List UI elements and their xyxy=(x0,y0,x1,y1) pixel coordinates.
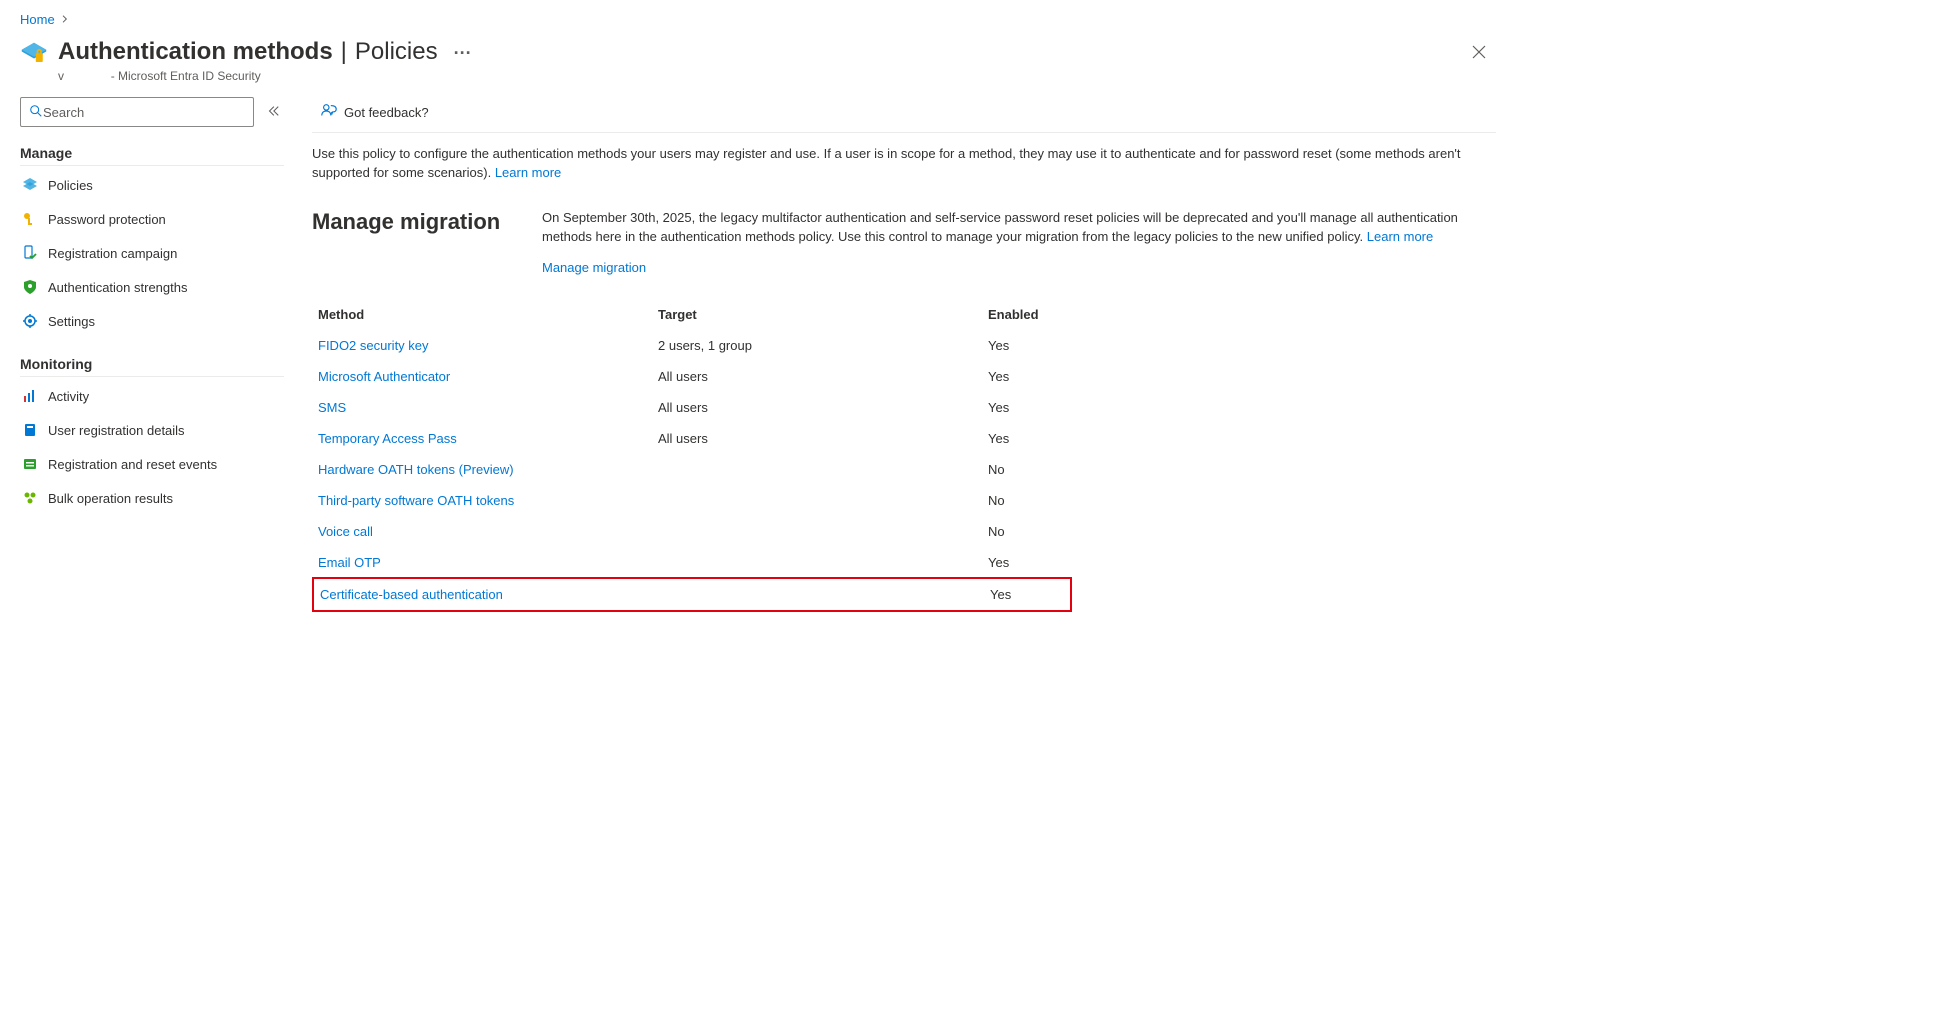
sidebar-section-manage: Manage xyxy=(20,145,284,161)
method-enabled: Yes xyxy=(988,400,1078,415)
more-button[interactable]: ··· xyxy=(454,42,472,65)
methods-table: Method Target Enabled FIDO2 security key… xyxy=(312,299,1072,612)
method-enabled: Yes xyxy=(988,431,1078,446)
page-subtitle: v - Microsoft Entra ID Security xyxy=(58,69,1500,83)
method-enabled: Yes xyxy=(988,338,1078,353)
chart-icon xyxy=(22,388,38,404)
table-row[interactable]: Certificate-based authenticationYes xyxy=(312,577,1072,612)
table-row[interactable]: Hardware OATH tokens (Preview)No xyxy=(312,454,1072,485)
events-icon xyxy=(22,456,38,472)
method-enabled: Yes xyxy=(988,369,1078,384)
page-title-strong: Authentication methods xyxy=(58,37,333,67)
toolbar: Got feedback? xyxy=(312,93,1496,133)
shield-icon xyxy=(22,279,38,295)
sidebar-item-registration-campaign[interactable]: Registration campaign xyxy=(20,236,284,270)
divider xyxy=(20,376,284,377)
learn-more-link[interactable]: Learn more xyxy=(495,165,561,180)
method-name-link[interactable]: Microsoft Authenticator xyxy=(318,369,658,384)
table-row[interactable]: Third-party software OATH tokensNo xyxy=(312,485,1072,516)
table-row[interactable]: Email OTPYes xyxy=(312,547,1072,578)
search-input[interactable] xyxy=(43,105,245,120)
migration-description: On September 30th, 2025, the legacy mult… xyxy=(542,209,1496,247)
feedback-button[interactable]: Got feedback? xyxy=(312,98,437,127)
sidebar-item-label: User registration details xyxy=(48,423,185,438)
col-method: Method xyxy=(318,307,658,322)
manage-migration-link[interactable]: Manage migration xyxy=(542,260,646,275)
method-name-link[interactable]: FIDO2 security key xyxy=(318,338,658,353)
policy-description: Use this policy to configure the authent… xyxy=(312,145,1496,183)
method-target: 2 users, 1 group xyxy=(658,338,988,353)
method-name-link[interactable]: Temporary Access Pass xyxy=(318,431,658,446)
method-enabled: No xyxy=(988,493,1078,508)
sidebar-item-label: Activity xyxy=(48,389,89,404)
migration-learn-more-link[interactable]: Learn more xyxy=(1367,229,1433,244)
method-name-link[interactable]: SMS xyxy=(318,400,658,415)
table-row[interactable]: Voice callNo xyxy=(312,516,1072,547)
breadcrumb-home[interactable]: Home xyxy=(20,12,55,27)
feedback-icon xyxy=(320,102,338,123)
feedback-label: Got feedback? xyxy=(344,105,429,120)
sidebar-item-bulk-results[interactable]: Bulk operation results xyxy=(20,481,284,515)
page-title-sep: | xyxy=(341,37,347,67)
sidebar-item-label: Registration and reset events xyxy=(48,457,217,472)
table-row[interactable]: Microsoft AuthenticatorAll usersYes xyxy=(312,361,1072,392)
phone-check-icon xyxy=(22,245,38,261)
sidebar-item-label: Password protection xyxy=(48,212,166,227)
page-title-light: Policies xyxy=(355,37,438,67)
sidebar-item-user-reg-details[interactable]: User registration details xyxy=(20,413,284,447)
divider xyxy=(20,165,284,166)
method-target: All users xyxy=(658,431,988,446)
sidebar-item-auth-strengths[interactable]: Authentication strengths xyxy=(20,270,284,304)
sidebar-section-monitoring: Monitoring xyxy=(20,356,284,372)
sidebar-item-settings[interactable]: Settings xyxy=(20,304,284,338)
method-name-link[interactable]: Email OTP xyxy=(318,555,658,570)
sidebar-item-policies[interactable]: Policies xyxy=(20,168,284,202)
sidebar-item-password-protection[interactable]: Password protection xyxy=(20,202,284,236)
table-header-row: Method Target Enabled xyxy=(312,299,1072,330)
sidebar-item-label: Registration campaign xyxy=(48,246,177,261)
method-name-link[interactable]: Voice call xyxy=(318,524,658,539)
sidebar-item-label: Authentication strengths xyxy=(48,280,187,295)
page-title-row: Authentication methods | Policies ··· v … xyxy=(0,33,1520,93)
migration-heading: Manage migration xyxy=(312,209,512,235)
method-target: All users xyxy=(658,400,988,415)
method-enabled: Yes xyxy=(988,555,1078,570)
sidebar-item-activity[interactable]: Activity xyxy=(20,379,284,413)
method-name-link[interactable]: Certificate-based authentication xyxy=(320,587,660,602)
sidebar-item-label: Settings xyxy=(48,314,95,329)
policies-icon xyxy=(22,177,38,193)
search-icon xyxy=(29,104,43,121)
bulk-icon xyxy=(22,490,38,506)
sidebar-item-label: Policies xyxy=(48,178,93,193)
table-row[interactable]: Temporary Access PassAll usersYes xyxy=(312,423,1072,454)
method-name-link[interactable]: Hardware OATH tokens (Preview) xyxy=(318,462,658,477)
auth-methods-icon xyxy=(20,41,48,69)
gear-icon xyxy=(22,313,38,329)
sidebar-item-label: Bulk operation results xyxy=(48,491,173,506)
chevron-right-icon xyxy=(61,14,69,26)
collapse-sidebar-button[interactable] xyxy=(262,100,284,125)
table-row[interactable]: SMSAll usersYes xyxy=(312,392,1072,423)
col-enabled: Enabled xyxy=(988,307,1078,322)
col-target: Target xyxy=(658,307,988,322)
key-icon xyxy=(22,211,38,227)
sidebar: Manage Policies Password protection Regi… xyxy=(0,93,300,515)
notebook-icon xyxy=(22,422,38,438)
search-box[interactable] xyxy=(20,97,254,127)
method-enabled: Yes xyxy=(990,587,1080,602)
method-target: All users xyxy=(658,369,988,384)
table-row[interactable]: FIDO2 security key2 users, 1 groupYes xyxy=(312,330,1072,361)
close-button[interactable] xyxy=(1466,39,1492,70)
method-enabled: No xyxy=(988,524,1078,539)
breadcrumb: Home xyxy=(0,0,1520,33)
method-enabled: No xyxy=(988,462,1078,477)
method-name-link[interactable]: Third-party software OATH tokens xyxy=(318,493,658,508)
main-content: Got feedback? Use this policy to configu… xyxy=(300,93,1520,612)
sidebar-item-reg-reset-events[interactable]: Registration and reset events xyxy=(20,447,284,481)
